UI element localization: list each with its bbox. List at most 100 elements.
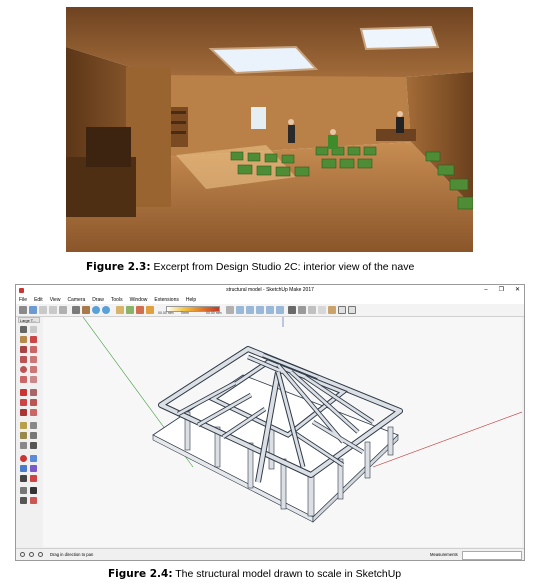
rectangle-tool-icon[interactable]	[20, 356, 27, 363]
tape-measure-icon[interactable]	[136, 306, 144, 314]
toolbar-value-3: 00.00 mm	[206, 311, 222, 315]
previous-view-icon[interactable]	[30, 475, 37, 482]
menu-tools[interactable]: Tools	[111, 296, 123, 304]
warehouse-icon[interactable]	[338, 306, 346, 314]
save-icon[interactable]	[29, 306, 37, 314]
geo-location-icon[interactable]	[20, 552, 25, 557]
protractor-icon[interactable]	[146, 306, 154, 314]
large-tool-set-panel: Large T...	[16, 317, 42, 547]
iso-view-icon[interactable]	[226, 306, 234, 314]
cut-icon[interactable]	[39, 306, 47, 314]
window-title: structural model - SketchUp Make 2017	[226, 287, 314, 293]
caption-label: Figure 2.3:	[86, 261, 151, 273]
line-tool-icon[interactable]	[20, 346, 27, 353]
structural-frame-model	[152, 346, 403, 523]
minimize-button[interactable]: –	[484, 285, 487, 296]
orbit-icon[interactable]	[92, 306, 100, 314]
orbit-tool-icon[interactable]	[20, 455, 27, 462]
select-tool-icon[interactable]	[20, 326, 27, 333]
push-pull-icon[interactable]	[30, 389, 37, 396]
window-controls: – ❐ ✕	[484, 285, 520, 296]
status-bar: Drag in direction to pan Measurements	[16, 548, 524, 560]
measurements-input[interactable]	[462, 551, 522, 560]
make-component-icon[interactable]	[30, 326, 37, 333]
menu-camera[interactable]: Camera	[67, 296, 85, 304]
menu-view[interactable]: View	[50, 296, 61, 304]
follow-me-icon[interactable]	[30, 399, 37, 406]
close-button[interactable]: ✕	[515, 285, 520, 296]
dimension-tool-icon[interactable]	[30, 422, 37, 429]
select-arrow-icon[interactable]	[72, 306, 80, 314]
rotate-tool-icon[interactable]	[20, 399, 27, 406]
hidden-line-style-icon[interactable]	[308, 306, 316, 314]
wireframe-style-icon[interactable]	[298, 306, 306, 314]
zoom-tool-icon[interactable]	[20, 465, 27, 472]
measurements-label: Measurements	[430, 552, 458, 557]
figure-2-3-caption: Figure 2.3: Excerpt from Design Studio 2…	[86, 261, 414, 273]
tape-tool-icon[interactable]	[20, 422, 27, 429]
position-camera-icon[interactable]	[20, 487, 27, 494]
offset-tool-icon[interactable]	[30, 409, 37, 416]
nave-interior-illustration	[66, 7, 473, 252]
freehand-tool-icon[interactable]	[30, 346, 37, 353]
3d-text-icon[interactable]	[30, 442, 37, 449]
maximize-button[interactable]: ❐	[499, 285, 504, 296]
menu-bar: File Edit View Camera Draw Tools Window …	[16, 296, 524, 304]
right-view-icon[interactable]	[256, 306, 264, 314]
interior-render-image	[66, 7, 473, 252]
help-icon[interactable]	[38, 552, 43, 557]
circle-tool-icon[interactable]	[20, 366, 27, 373]
caption-label: Figure 2.4:	[108, 568, 173, 580]
pan-icon[interactable]	[102, 306, 110, 314]
top-view-icon[interactable]	[236, 306, 244, 314]
extension-warehouse-icon[interactable]	[348, 306, 356, 314]
pan-tool-icon[interactable]	[30, 455, 37, 462]
xray-style-icon[interactable]	[288, 306, 296, 314]
left-view-icon[interactable]	[276, 306, 284, 314]
paste-icon[interactable]	[59, 306, 67, 314]
title-bar: structural model - SketchUp Make 2017 – …	[16, 285, 524, 296]
menu-file[interactable]: File	[19, 296, 27, 304]
arc-tool-icon[interactable]	[20, 376, 27, 383]
section-plane-icon[interactable]	[30, 497, 37, 504]
pie-tool-icon[interactable]	[30, 376, 37, 383]
main-toolbar: 00.00 mm 0mm 00.00 mm	[16, 304, 524, 317]
menu-help[interactable]: Help	[186, 296, 196, 304]
paint-bucket-icon[interactable]	[126, 306, 134, 314]
zoom-extents-icon[interactable]	[20, 475, 27, 482]
menu-edit[interactable]: Edit	[34, 296, 43, 304]
menu-draw[interactable]: Draw	[92, 296, 104, 304]
protractor-tool-icon[interactable]	[20, 432, 27, 439]
back-view-icon[interactable]	[266, 306, 274, 314]
structural-model-drawing	[82, 316, 523, 523]
rotated-rectangle-icon[interactable]	[30, 356, 37, 363]
copy-icon[interactable]	[49, 306, 57, 314]
front-view-icon[interactable]	[246, 306, 254, 314]
look-around-icon[interactable]	[30, 487, 37, 494]
toolbar-value-1: 00.00 mm	[158, 311, 174, 315]
text-tool-icon[interactable]	[30, 432, 37, 439]
caption-text: Excerpt from Design Studio 2C: interior …	[153, 261, 415, 273]
eraser-icon[interactable]	[116, 306, 124, 314]
credits-icon[interactable]	[29, 552, 34, 557]
axes-tool-icon[interactable]	[20, 442, 27, 449]
textured-style-icon[interactable]	[328, 306, 336, 314]
zoom-window-icon[interactable]	[30, 465, 37, 472]
shaded-style-icon[interactable]	[318, 306, 326, 314]
polygon-tool-icon[interactable]	[30, 366, 37, 373]
toolbar-value-2: 0mm	[181, 311, 189, 315]
move-tool-icon[interactable]	[20, 389, 27, 396]
model-viewport[interactable]	[43, 316, 523, 547]
eraser-tool-icon[interactable]	[30, 336, 37, 343]
large-tool-set-title: Large T...	[18, 317, 40, 323]
scale-tool-icon[interactable]	[20, 409, 27, 416]
figure-2-4-caption: Figure 2.4: The structural model drawn t…	[108, 568, 401, 580]
menu-window[interactable]: Window	[130, 296, 148, 304]
sketchup-window: structural model - SketchUp Make 2017 – …	[15, 284, 525, 561]
menu-extensions[interactable]: Extensions	[154, 296, 178, 304]
paint-tool-icon[interactable]	[20, 336, 27, 343]
status-hint-text: Drag in direction to pan	[50, 552, 94, 557]
pencil-icon[interactable]	[82, 306, 90, 314]
open-icon[interactable]	[19, 306, 27, 314]
walk-tool-icon[interactable]	[20, 497, 27, 504]
